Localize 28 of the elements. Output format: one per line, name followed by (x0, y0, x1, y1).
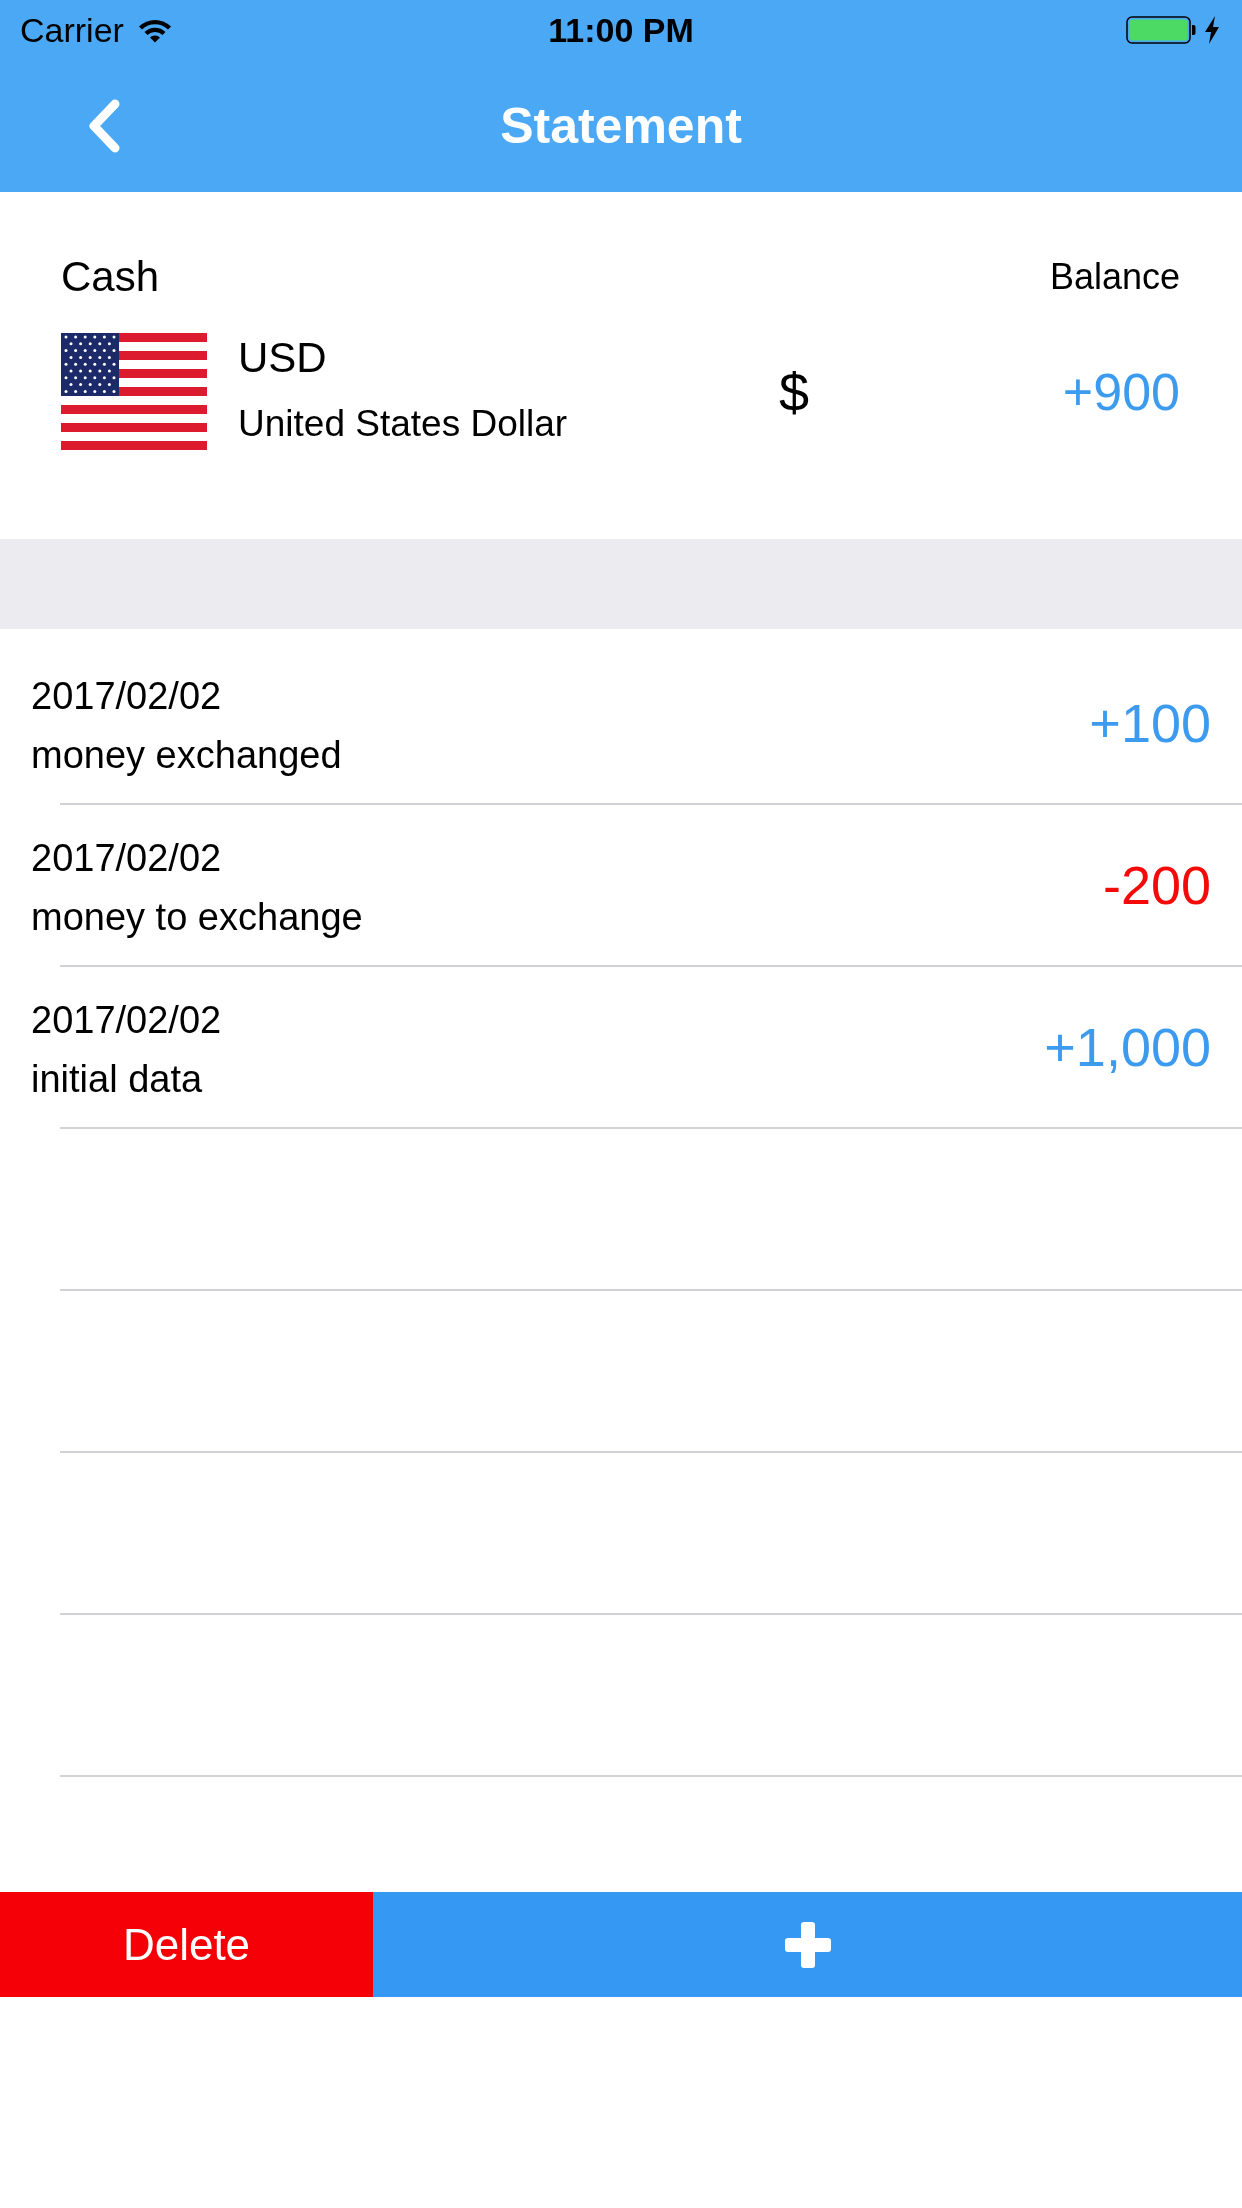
status-time: 11:00 PM (548, 10, 694, 50)
transaction-row[interactable]: 2017/02/02 initial data +1,000 (0, 967, 1242, 1129)
flag-icon (61, 333, 207, 450)
battery-icon (1126, 16, 1196, 44)
carrier-label: Carrier (20, 10, 124, 50)
balance-label: Balance (1049, 255, 1180, 299)
wifi-icon (137, 17, 172, 43)
currency-symbol: $ (778, 361, 809, 422)
transaction-amount: +100 (1089, 693, 1211, 753)
transaction-amount: -200 (1102, 855, 1211, 915)
transaction-description: money to exchange (31, 895, 363, 939)
account-name: Cash (61, 252, 160, 302)
balance-amount: +900 (1062, 361, 1180, 422)
transaction-description: initial data (31, 1057, 203, 1101)
transaction-row[interactable]: 2017/02/02 money to exchange -200 (0, 805, 1242, 967)
transaction-description: money exchanged (31, 733, 342, 777)
currency-name: United States Dollar (238, 402, 568, 446)
transaction-row[interactable]: 2017/02/02 money exchanged +100 (0, 643, 1242, 805)
nav-title: Statement (500, 97, 742, 156)
plus-icon (784, 1921, 831, 1968)
transaction-amount: +1,000 (1044, 1017, 1211, 1077)
currency-code: USD (238, 333, 327, 383)
transaction-date: 2017/02/02 (31, 674, 222, 718)
delete-button[interactable]: Delete (0, 1892, 373, 1997)
transaction-date: 2017/02/02 (31, 998, 222, 1042)
chevron-left-icon (86, 99, 122, 153)
transaction-date: 2017/02/02 (31, 836, 222, 880)
charging-bolt-icon (1204, 16, 1220, 44)
